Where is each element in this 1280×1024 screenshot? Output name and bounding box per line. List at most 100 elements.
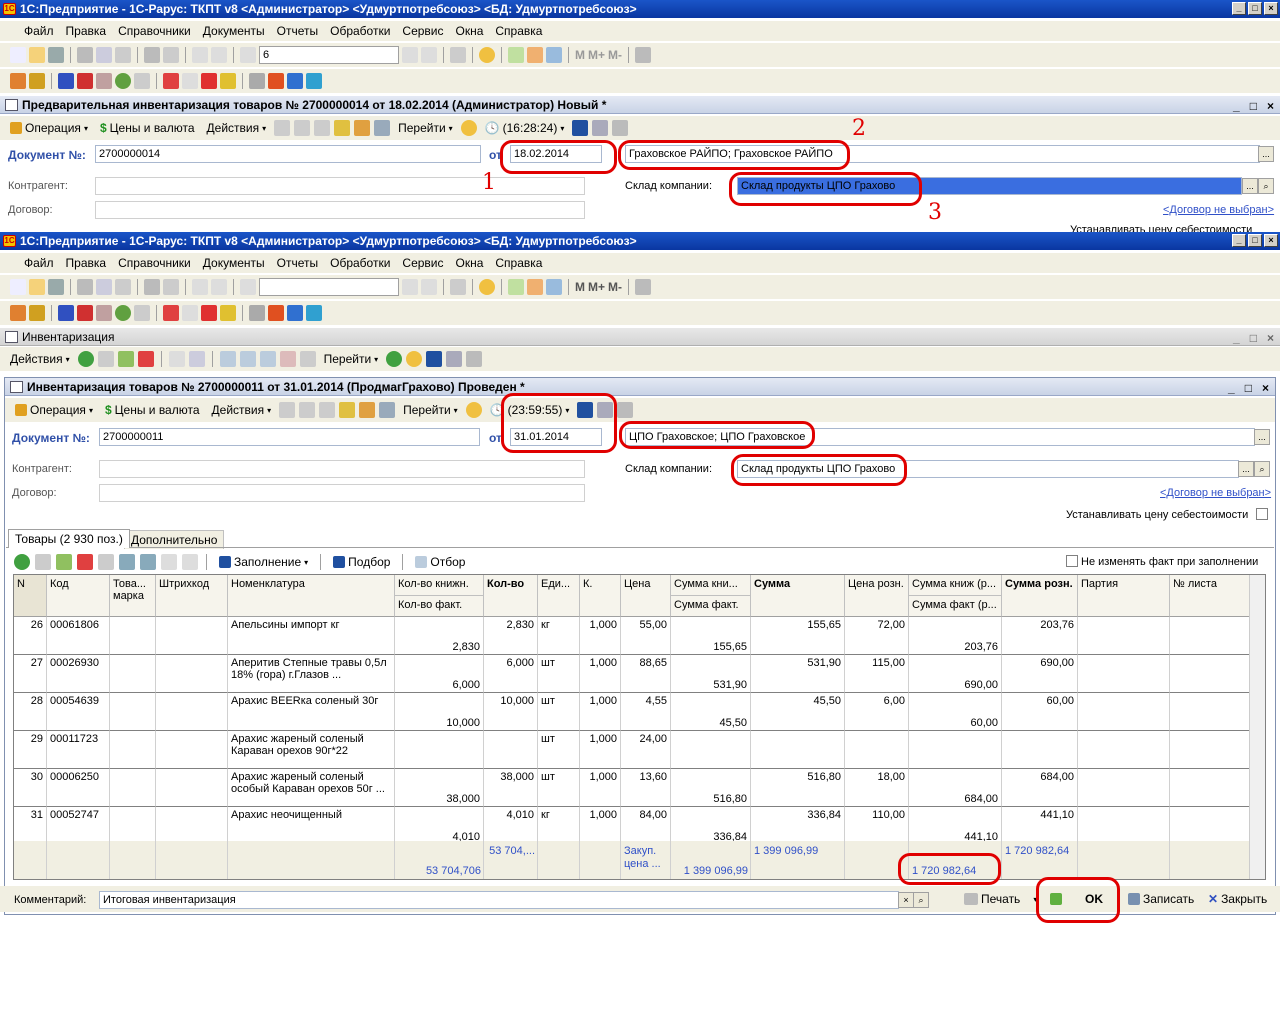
structure-icon[interactable] [268, 73, 284, 89]
doc2-movements-icon[interactable] [577, 402, 594, 418]
table-cell-k[interactable]: 1,000 [580, 655, 621, 693]
doc2-actions-button[interactable]: Действия ▾ [208, 400, 276, 420]
invoice2-icon[interactable] [96, 305, 112, 321]
copy-icon[interactable] [96, 47, 112, 63]
doc2-close-button[interactable]: × [1262, 379, 1269, 397]
table-cell-sum_book[interactable]: 45,50 [671, 693, 751, 731]
table-cell-sum_book_r[interactable]: 203,76 [909, 617, 1002, 655]
save-button[interactable]: Записать [1124, 889, 1198, 909]
table-cell-mark[interactable] [110, 655, 156, 693]
open2-icon[interactable] [29, 279, 45, 295]
col-header-qty[interactable]: Кол-во [484, 575, 538, 617]
copy2-icon[interactable] [96, 279, 112, 295]
table-cell-sum_retail[interactable]: 203,76 [1002, 617, 1078, 655]
table-cell-qty_book[interactable]: 4,010 [395, 807, 484, 845]
redo2-icon[interactable] [211, 279, 227, 295]
table-cell-nom[interactable]: Апельсины импорт кг [228, 617, 395, 655]
table-cell-barcode[interactable] [156, 731, 228, 769]
table-cell-sheet[interactable] [1170, 769, 1250, 807]
people-icon[interactable] [29, 73, 45, 89]
money2-icon[interactable] [115, 305, 131, 321]
filter-button[interactable]: Отбор [411, 552, 469, 572]
table-cell-sum[interactable]: 45,50 [751, 693, 845, 731]
info2-icon[interactable] [479, 279, 495, 295]
open-icon[interactable] [29, 47, 45, 63]
doc2-tree-icon[interactable] [597, 402, 614, 418]
find2-icon[interactable] [240, 279, 256, 295]
table-cell-n[interactable]: 31 [14, 807, 47, 845]
books2-icon[interactable] [10, 305, 26, 321]
list-actions-button[interactable]: Действия ▾ [6, 349, 74, 369]
table-cell-batch[interactable] [1078, 807, 1170, 845]
list-filter-icon[interactable] [219, 351, 236, 367]
table-cell-batch[interactable] [1078, 731, 1170, 769]
table-cell-nom[interactable]: Арахис неочищенный [228, 807, 395, 845]
close-button[interactable]: × [1264, 2, 1278, 15]
list-filter3-icon[interactable] [259, 351, 276, 367]
table-cell-sum_book[interactable]: 531,90 [671, 655, 751, 693]
menu-help[interactable]: Справка [489, 24, 548, 38]
find-prev-icon[interactable] [421, 47, 437, 63]
table-cell-barcode[interactable] [156, 807, 228, 845]
structure2-icon[interactable] [268, 305, 284, 321]
col-header-nom[interactable]: Номенклатура [228, 575, 395, 617]
table-cell-mark[interactable] [110, 693, 156, 731]
col-header-unit[interactable]: Еди... [538, 575, 580, 617]
menu-catalogs[interactable]: Справочники [112, 24, 197, 38]
select-button[interactable]: Подбор [329, 552, 394, 572]
table-cell-unit[interactable]: шт [538, 693, 580, 731]
invoice-icon[interactable] [96, 73, 112, 89]
table-cell-qty[interactable]: 38,000 [484, 769, 538, 807]
memory-m-button[interactable]: M [575, 48, 585, 62]
memory-mminus-button[interactable]: M- [608, 48, 622, 62]
table-cell-mark[interactable] [110, 731, 156, 769]
row-up-icon[interactable] [119, 554, 135, 570]
table-cell-batch[interactable] [1078, 617, 1170, 655]
table-cell-sheet[interactable] [1170, 693, 1250, 731]
no-change-fact-checkbox[interactable] [1066, 555, 1078, 567]
search-combo[interactable]: 6 [259, 46, 399, 64]
menu2-catalogs[interactable]: Справочники [112, 256, 197, 270]
cut-icon[interactable] [77, 47, 93, 63]
maximize-button[interactable]: □ [1248, 2, 1262, 15]
menu2-service[interactable]: Сервис [396, 256, 449, 270]
table-cell-k[interactable]: 1,000 [580, 807, 621, 845]
table-cell-sum[interactable]: 155,65 [751, 617, 845, 655]
find2-next-icon[interactable] [402, 279, 418, 295]
table-cell-batch[interactable] [1078, 693, 1170, 731]
menu2-edit[interactable]: Правка [60, 256, 113, 270]
ok-button[interactable]: OK [1046, 889, 1116, 909]
doc2-warehouse-select-button[interactable]: ... [1238, 461, 1254, 477]
table-cell-unit[interactable]: кг [538, 807, 580, 845]
scales2-icon[interactable] [306, 305, 322, 321]
doc1-minimize-button[interactable]: _ [1233, 97, 1240, 115]
doc1-tree-icon[interactable] [592, 120, 609, 136]
tab-goods[interactable]: Товары (2 930 поз.) [8, 529, 130, 548]
list-interval-icon[interactable] [168, 351, 185, 367]
print-button[interactable]: Печать ▾ [960, 889, 1041, 909]
table-cell-barcode[interactable] [156, 769, 228, 807]
doc-add-icon[interactable] [163, 73, 179, 89]
table-cell-price_retail[interactable]: 110,00 [845, 807, 909, 845]
menu-reports[interactable]: Отчеты [271, 24, 324, 38]
col-header-sum_book_r[interactable]: Сумма книж (р... Сумма факт (р... [909, 575, 1002, 617]
doc2-organization-input[interactable]: ЦПО Граховское; ЦПО Граховское [625, 428, 1255, 446]
table-cell-sheet[interactable] [1170, 731, 1250, 769]
table-cell-k[interactable]: 1,000 [580, 731, 621, 769]
doc2-dt-icon[interactable] [379, 402, 396, 418]
menu2-help[interactable]: Справка [489, 256, 548, 270]
table-cell-sum[interactable]: 531,90 [751, 655, 845, 693]
new2-icon[interactable] [10, 279, 26, 295]
move-icon[interactable] [287, 73, 303, 89]
doc1-number-input[interactable]: 2700000014 [95, 145, 481, 163]
list-add-icon[interactable] [77, 351, 94, 367]
comment-clear-icon[interactable]: × [898, 892, 914, 908]
doc1-struct-icon[interactable] [354, 120, 371, 136]
preview-icon[interactable] [163, 47, 179, 63]
table-cell-price[interactable]: 84,00 [621, 807, 671, 845]
table-cell-sum_book_r[interactable]: 684,00 [909, 769, 1002, 807]
table-cell-code[interactable]: 00054639 [47, 693, 110, 731]
app2-minimize-button[interactable]: _ [1232, 234, 1246, 247]
arrow-out2-icon[interactable] [77, 305, 93, 321]
doc1-copy-icon[interactable] [314, 120, 331, 136]
